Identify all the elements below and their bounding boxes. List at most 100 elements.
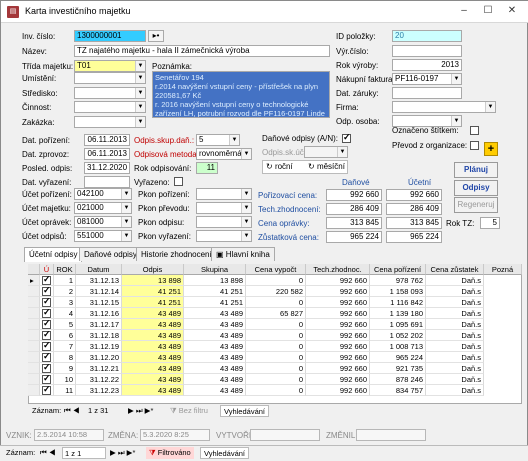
chevron-down-icon[interactable]: ▼ (135, 88, 145, 98)
danove-odpisy-checkbox[interactable] (342, 132, 351, 143)
dat-porizeni-field[interactable]: 06.11.2013 (84, 134, 130, 146)
grid-cell[interactable]: 0 (246, 352, 306, 363)
grid-cell[interactable]: 43 489 (184, 352, 246, 363)
grid-cell[interactable]: 992 660 (306, 297, 370, 308)
odpisy-button[interactable]: Odpisy (454, 180, 498, 196)
grid-cell[interactable]: 65 827 (246, 308, 306, 319)
zakazka-field[interactable]: ▼ (74, 116, 146, 128)
grid-nav-next-icon[interactable]: ▶ ⏭ ▶* (128, 405, 153, 417)
grid-cell[interactable]: 921 735 (370, 363, 426, 374)
grid-nav-first-icon[interactable]: ⏮ ◀ (64, 405, 80, 417)
grid-header-5[interactable]: Cena vypočt (246, 264, 306, 275)
row-check[interactable] (42, 385, 51, 395)
row-check[interactable] (42, 308, 51, 318)
pkon-porizeni-field[interactable]: ▼ (196, 188, 252, 200)
row-check[interactable] (42, 319, 51, 329)
grid-cell[interactable]: 1 116 842 (370, 297, 426, 308)
vyr-cislo-field[interactable] (392, 45, 462, 57)
row-checkbox[interactable] (40, 385, 54, 396)
row-selector[interactable] (28, 286, 40, 297)
row-checkbox[interactable] (40, 330, 54, 341)
grid-cell[interactable]: 0 (246, 330, 306, 341)
grid-cell[interactable]: 43 489 (122, 385, 184, 396)
grid-nav-pos[interactable]: 1 z 31 (88, 405, 108, 417)
grid-cell[interactable]: 43 489 (184, 308, 246, 319)
grid-cell[interactable]: 43 489 (122, 341, 184, 352)
grid-cell[interactable]: 1 139 180 (370, 308, 426, 319)
grid-cell[interactable]: 1 158 093 (370, 286, 426, 297)
chevron-down-icon[interactable]: ▼ (229, 135, 239, 145)
grid-cell[interactable]: 13 898 (122, 275, 184, 286)
grid-header-6[interactable]: Tech.zhodnoc. (306, 264, 370, 275)
grid-cell[interactable]: Daň.s (426, 308, 484, 319)
lookup-button[interactable]: ▸• (148, 30, 164, 42)
grid-cell[interactable]: 43 489 (122, 363, 184, 374)
grid-cell[interactable]: Daň.s (426, 363, 484, 374)
record-pos[interactable]: 1 z 1 (62, 447, 106, 459)
record-next-icon[interactable]: ▶ ⏭ ▶* (110, 447, 135, 459)
row-check[interactable] (42, 275, 51, 285)
grid-cell[interactable]: Daň.s (426, 330, 484, 341)
chevron-down-icon[interactable]: ▼ (241, 231, 251, 241)
grid-cell[interactable]: 7 (54, 341, 76, 352)
row-checkbox[interactable] (40, 275, 54, 286)
chevron-down-icon[interactable]: ▼ (241, 149, 251, 159)
tab-danove-odpisy[interactable]: Daňové odpisy (79, 247, 142, 261)
chevron-down-icon[interactable]: ▼ (241, 203, 251, 213)
grid-cell[interactable]: 992 660 (306, 286, 370, 297)
grid-cell[interactable]: 965 224 (370, 352, 426, 363)
chevron-down-icon[interactable]: ▼ (241, 189, 251, 199)
row-check[interactable] (42, 374, 51, 384)
grid-cell[interactable]: Daň.s (426, 275, 484, 286)
grid-cell[interactable]: 31.12.15 (76, 297, 122, 308)
ucet-porizeni-field[interactable]: 042100 ▼ (74, 188, 132, 200)
ucet-majetku-field[interactable]: 021000 ▼ (74, 202, 132, 214)
grid-cell[interactable]: 0 (246, 341, 306, 352)
grid-cell[interactable]: 1 052 202 (370, 330, 426, 341)
grid-cell[interactable]: 43 489 (184, 341, 246, 352)
grid-cell[interactable]: 1 (54, 275, 76, 286)
grid-cell[interactable]: 31.12.22 (76, 374, 122, 385)
planuj-button[interactable]: Plánuj (454, 162, 498, 178)
grid-cell[interactable]: Daň.s (426, 352, 484, 363)
close-icon[interactable]: ✕ (501, 3, 523, 19)
grid-cell[interactable]: 10 (54, 374, 76, 385)
chevron-down-icon[interactable]: ▼ (121, 231, 131, 241)
tab-ucetni-odpisy[interactable]: Účetní odpisy (24, 247, 83, 262)
grid-header-4[interactable]: Skupina (184, 264, 246, 275)
row-selector[interactable] (28, 341, 40, 352)
dat-vyrazeni-field[interactable] (84, 176, 130, 188)
row-selector[interactable] (28, 352, 40, 363)
tab-historie[interactable]: Historie zhodnocení (136, 247, 217, 261)
dat-zprovoz-field[interactable]: 06.11.2013 (84, 148, 130, 160)
grid-cell[interactable]: 220 582 (246, 286, 306, 297)
row-check[interactable] (42, 341, 51, 351)
grid-cell[interactable]: 0 (246, 319, 306, 330)
grid-cell[interactable]: 978 762 (370, 275, 426, 286)
grid-cell[interactable]: 31.12.17 (76, 319, 122, 330)
grid-cell[interactable]: 992 660 (306, 385, 370, 396)
grid-header-2[interactable]: Datum (76, 264, 122, 275)
nakupni-faktura-field[interactable]: PF116-0197 ▼ (392, 73, 462, 85)
add-icon[interactable]: + (484, 142, 498, 156)
grid-cell[interactable]: 992 660 (306, 308, 370, 319)
grid-cell[interactable]: 0 (246, 385, 306, 396)
grid-cell[interactable]: Daň.s (426, 374, 484, 385)
grid-cell[interactable]: 43 489 (122, 352, 184, 363)
grid-cell[interactable]: 31.12.20 (76, 352, 122, 363)
grid-cell[interactable]: 0 (246, 275, 306, 286)
grid-cell[interactable]: 13 898 (184, 275, 246, 286)
ucet-odpisu-field[interactable]: 551000 ▼ (74, 230, 132, 242)
row-checkbox[interactable] (40, 286, 54, 297)
grid-cell[interactable]: 31.12.13 (76, 275, 122, 286)
grid-cell[interactable]: 992 660 (306, 374, 370, 385)
row-selector[interactable] (28, 374, 40, 385)
minimize-icon[interactable]: – (453, 3, 475, 19)
grid-cell[interactable]: 41 251 (122, 286, 184, 297)
regeneruj-button[interactable]: Regeneruj (454, 197, 498, 213)
grid-cell[interactable]: 43 489 (122, 330, 184, 341)
grid-cell[interactable]: 43 489 (184, 363, 246, 374)
grid-cell[interactable]: 11 (54, 385, 76, 396)
row-check[interactable] (42, 363, 51, 373)
grid-cell[interactable]: 41 251 (184, 297, 246, 308)
